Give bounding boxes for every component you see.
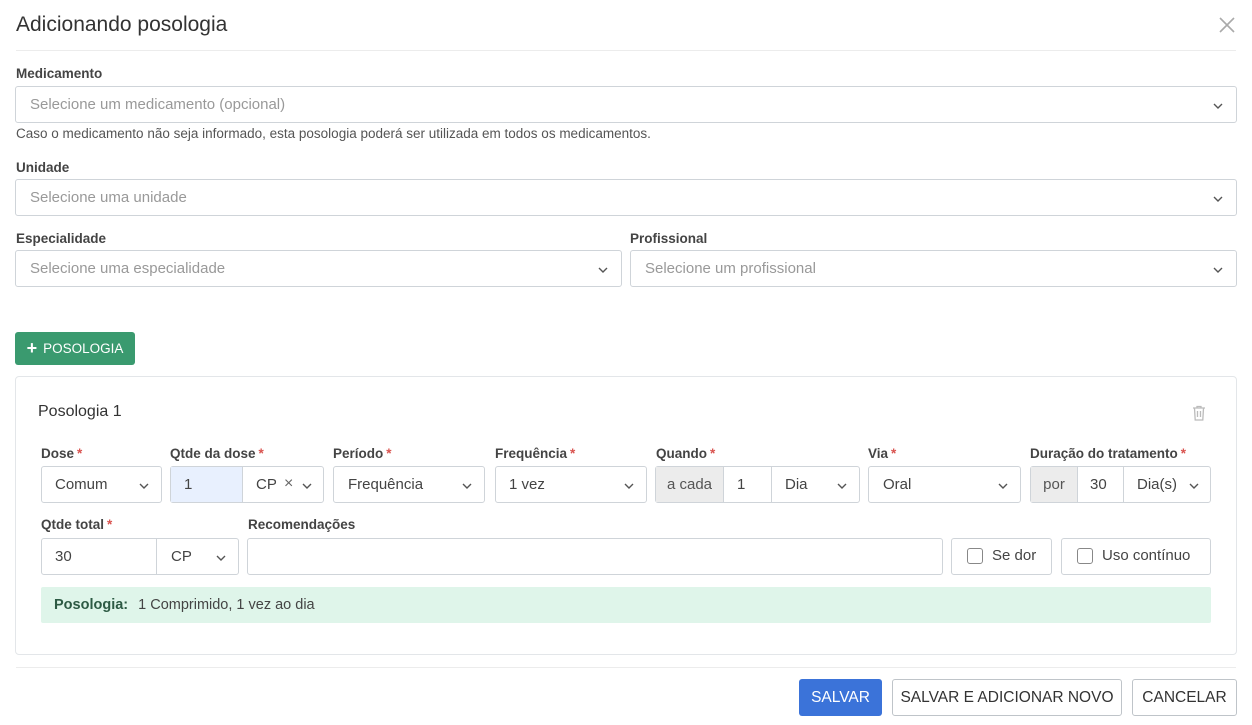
dialog-title: Adicionando posologia	[16, 13, 228, 36]
qtde-total-unit[interactable]: CP	[171, 548, 192, 565]
posologia-title: Posologia 1	[38, 403, 122, 420]
chevron-down-icon	[1212, 263, 1224, 275]
duracao-input[interactable]: 30	[1078, 467, 1124, 502]
medicamento-select[interactable]: Selecione um medicamento (opcional)	[15, 86, 1237, 123]
qtde-total-input[interactable]: 30	[42, 539, 157, 574]
profissional-placeholder: Selecione um profissional	[645, 260, 816, 277]
quando-prefix: a cada	[656, 467, 724, 502]
unidade-label: Unidade	[16, 160, 70, 175]
se-dor-label: Se dor	[992, 547, 1037, 564]
frequencia-value: 1 vez	[509, 476, 545, 493]
frequencia-label: Frequência *	[495, 446, 576, 461]
uso-continuo-label: Uso contínuo	[1102, 547, 1191, 564]
chevron-down-icon	[1188, 479, 1200, 496]
duracao-label: Duração do tratamento *	[1030, 446, 1187, 461]
checkbox-icon	[967, 548, 983, 564]
chevron-down-icon	[836, 479, 848, 496]
chevron-down-icon	[997, 479, 1009, 496]
quando-input[interactable]: 1	[724, 467, 772, 502]
qtde-dose-input[interactable]: 1	[171, 467, 243, 502]
save-button[interactable]: SALVAR	[799, 679, 882, 716]
especialidade-placeholder: Selecione uma especialidade	[30, 260, 226, 277]
recomendacoes-label: Recomendações	[248, 517, 356, 532]
periodo-label: Período *	[333, 446, 392, 461]
chevron-down-icon	[301, 479, 313, 496]
header-divider	[16, 50, 1236, 51]
qtde-dose-group: 1 CP ×	[170, 466, 324, 503]
posologia-dialog: Adicionando posologia Medicamento Seleci…	[0, 0, 1252, 725]
chevron-down-icon	[623, 479, 635, 496]
duracao-group: por 30 Dia(s)	[1030, 466, 1211, 503]
profissional-select[interactable]: Selecione um profissional	[630, 250, 1237, 287]
cancel-button[interactable]: CANCELAR	[1132, 679, 1237, 716]
chevron-down-icon	[215, 551, 227, 568]
medicamento-hint: Caso o medicamento não seja informado, e…	[16, 126, 651, 141]
recomendacoes-input[interactable]	[247, 538, 943, 575]
quando-label: Quando *	[656, 446, 716, 461]
dose-value: Comum	[55, 476, 108, 493]
profissional-label: Profissional	[630, 231, 708, 246]
add-posologia-button[interactable]: + POSOLOGIA	[15, 332, 135, 365]
chevron-down-icon	[1212, 99, 1224, 111]
via-select[interactable]: Oral	[868, 466, 1021, 503]
periodo-value: Frequência	[348, 476, 424, 493]
quando-unit[interactable]: Dia	[785, 476, 808, 493]
close-icon[interactable]	[1216, 14, 1238, 36]
chevron-down-icon	[597, 263, 609, 275]
qtde-total-group: 30 CP	[41, 538, 239, 575]
summary-text: 1 Comprimido, 1 vez ao dia	[138, 597, 315, 613]
add-posologia-label: POSOLOGIA	[43, 341, 124, 356]
medicamento-label: Medicamento	[16, 66, 103, 81]
quando-group: a cada 1 Dia	[655, 466, 860, 503]
via-label: Via *	[868, 446, 897, 461]
unidade-placeholder: Selecione uma unidade	[30, 189, 187, 206]
medicamento-placeholder: Selecione um medicamento (opcional)	[30, 96, 286, 113]
qtde-dose-label: Qtde da dose *	[170, 446, 264, 461]
summary-label: Posologia:	[54, 597, 129, 613]
chevron-down-icon	[461, 479, 473, 496]
uso-continuo-checkbox[interactable]: Uso contínuo	[1061, 538, 1211, 575]
checkbox-icon	[1077, 548, 1093, 564]
trash-icon[interactable]	[1192, 405, 1206, 421]
dose-select[interactable]: Comum	[41, 466, 162, 503]
quando-value: 1	[737, 476, 746, 493]
duracao-prefix: por	[1031, 467, 1078, 502]
plus-icon: +	[26, 338, 38, 358]
unidade-select[interactable]: Selecione uma unidade	[15, 179, 1237, 216]
duracao-unit[interactable]: Dia(s)	[1137, 476, 1177, 493]
se-dor-checkbox[interactable]: Se dor	[951, 538, 1052, 575]
clear-icon[interactable]: ×	[284, 475, 293, 493]
chevron-down-icon	[138, 479, 150, 496]
periodo-select[interactable]: Frequência	[333, 466, 485, 503]
via-value: Oral	[883, 476, 912, 493]
chevron-down-icon	[1212, 192, 1224, 204]
especialidade-select[interactable]: Selecione uma especialidade	[15, 250, 622, 287]
footer-divider	[16, 667, 1236, 668]
duracao-value: 30	[1090, 476, 1107, 493]
save-and-new-button[interactable]: SALVAR E ADICIONAR NOVO	[892, 679, 1122, 716]
qtde-total-value: 30	[55, 548, 72, 565]
dose-label: Dose *	[41, 446, 83, 461]
especialidade-label: Especialidade	[16, 231, 107, 246]
qtde-dose-value: 1	[184, 476, 193, 493]
frequencia-select[interactable]: 1 vez	[495, 466, 647, 503]
qtde-dose-unit[interactable]: CP	[256, 476, 277, 493]
qtde-total-label: Qtde total *	[41, 517, 113, 532]
posologia-summary: Posologia: 1 Comprimido, 1 vez ao dia	[41, 587, 1211, 623]
